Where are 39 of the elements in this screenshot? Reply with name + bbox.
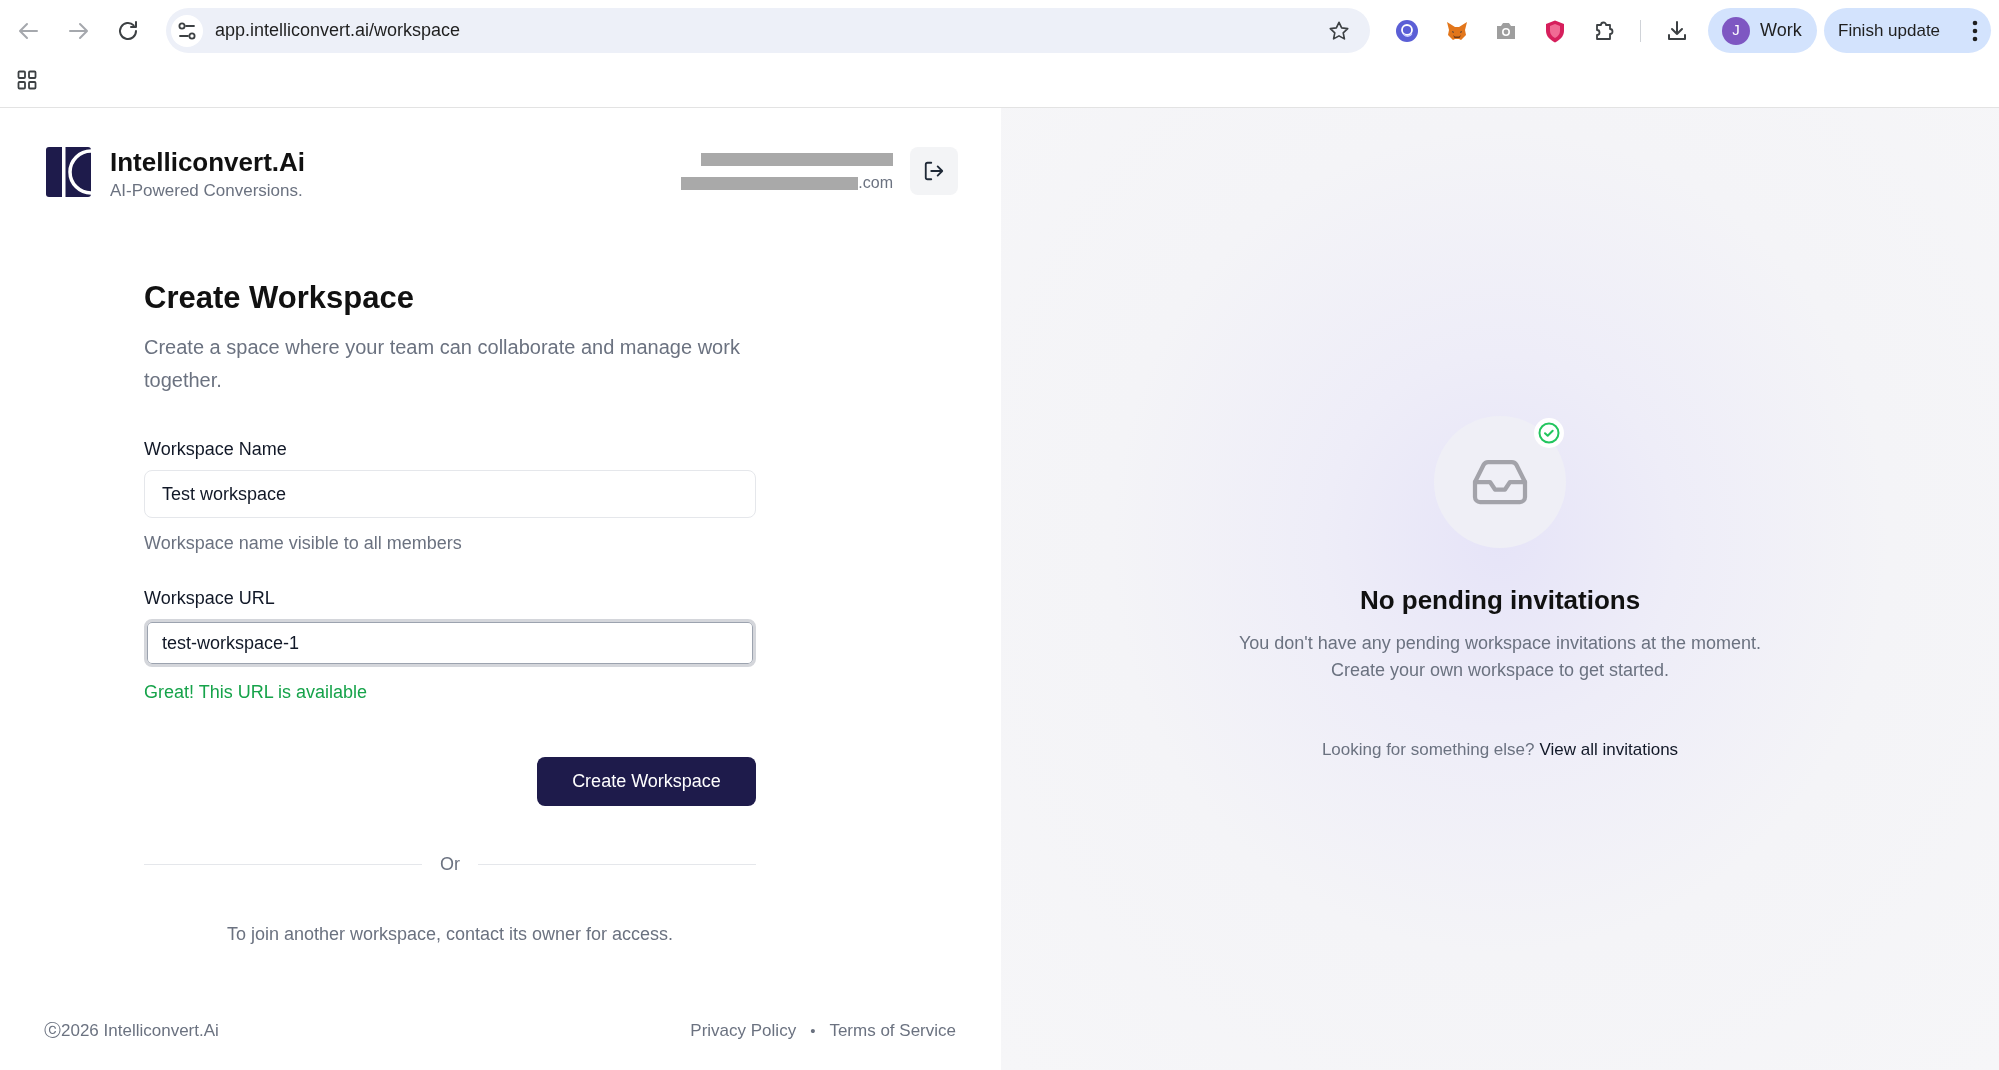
divider-label: Or	[439, 852, 461, 876]
check-circle-icon	[1534, 418, 1564, 448]
workspace-name-input[interactable]: Test workspace	[144, 470, 756, 518]
reload-icon[interactable]	[116, 18, 140, 43]
brand-name: Intelliconvert.Ai	[110, 147, 306, 177]
link-separator: •	[810, 1021, 816, 1041]
field-label: Workspace URL	[144, 587, 276, 610]
address-bar[interactable]: app.intelliconvert.ai/workspace	[166, 8, 1370, 53]
prompt-text: Looking for something else?	[1321, 739, 1535, 761]
logo-icon	[46, 147, 91, 197]
bookmark-star-icon[interactable]	[1328, 19, 1350, 42]
form-title: Create Workspace	[144, 279, 415, 317]
download-icon[interactable]	[1665, 18, 1689, 43]
apps-grid-icon[interactable]	[17, 70, 37, 90]
success-message: Great! This URL is available	[144, 681, 369, 704]
finish-update-button[interactable]: Finish update	[1824, 8, 1991, 53]
logout-icon[interactable]	[923, 160, 945, 182]
field-hint: Workspace name visible to all members	[144, 532, 463, 555]
privacy-policy-link[interactable]: Privacy Policy	[690, 1019, 797, 1043]
logout-button[interactable]	[910, 147, 958, 195]
terms-of-service-link[interactable]: Terms of Service	[829, 1019, 956, 1043]
inbox-icon	[1434, 416, 1566, 548]
profile-avatar: J	[1722, 16, 1750, 45]
profile-button[interactable]: J Work	[1708, 8, 1817, 53]
join-note: To join another workspace, contact its owner for access.	[225, 923, 675, 946]
account-email: .com	[858, 173, 893, 193]
empty-state-title: No pending invitations	[1359, 584, 1641, 616]
shield-icon[interactable]	[1543, 18, 1567, 43]
field-label: Workspace Name	[144, 438, 288, 461]
view-all-invitations-link[interactable]: View all invitations	[1539, 738, 1679, 762]
site-settings-icon[interactable]	[171, 14, 203, 47]
ring-extension-icon[interactable]	[1395, 18, 1419, 43]
form-description: Create a space where your team can collaborate and manage work together.	[144, 335, 741, 393]
copyright-text: ⓒ2026 Intelliconvert.Ai	[44, 1020, 219, 1042]
create-workspace-button[interactable]: Create Workspace	[537, 757, 756, 806]
brand-tagline: AI-Powered Conversions.	[110, 180, 304, 202]
empty-state-description: You don't have any pending workspace invitations at the moment. Create your own workspace to get started.	[1237, 632, 1763, 682]
workspace-url-input[interactable]: test-workspace-1	[144, 619, 756, 667]
more-vertical-icon[interactable]	[1972, 19, 1978, 42]
